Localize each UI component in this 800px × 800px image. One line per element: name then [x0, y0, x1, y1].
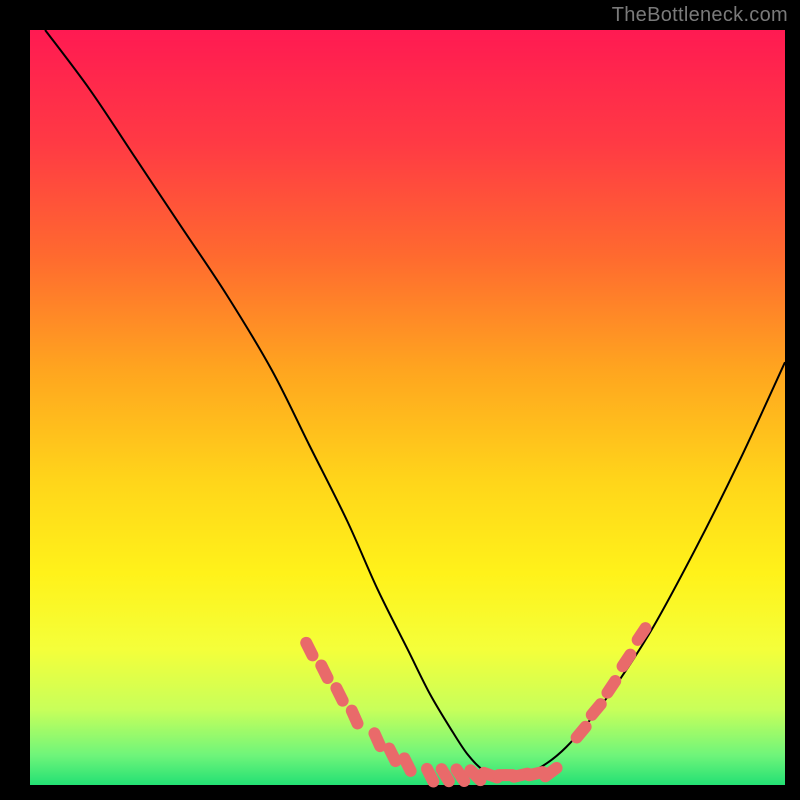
curve-marker	[623, 655, 631, 667]
curve-marker	[607, 681, 615, 693]
curve-marker	[592, 704, 601, 715]
curve-marker	[352, 711, 358, 724]
curve-marker	[638, 628, 646, 640]
curve-marker	[577, 727, 586, 738]
curve-marker	[404, 758, 410, 771]
curve-marker	[456, 769, 464, 781]
watermark-text: TheBottleneck.com	[612, 4, 788, 27]
curve-marker	[389, 749, 395, 762]
chart-stage: TheBottleneck.com	[0, 0, 800, 800]
curve-marker	[336, 688, 342, 701]
curve-marker	[306, 643, 312, 656]
curve-marker	[545, 768, 556, 776]
chart-svg	[0, 0, 800, 800]
curve-marker	[321, 665, 327, 678]
plot-background	[30, 30, 785, 785]
curve-marker	[374, 733, 380, 746]
curve-marker	[442, 769, 449, 781]
curve-marker	[427, 769, 433, 782]
